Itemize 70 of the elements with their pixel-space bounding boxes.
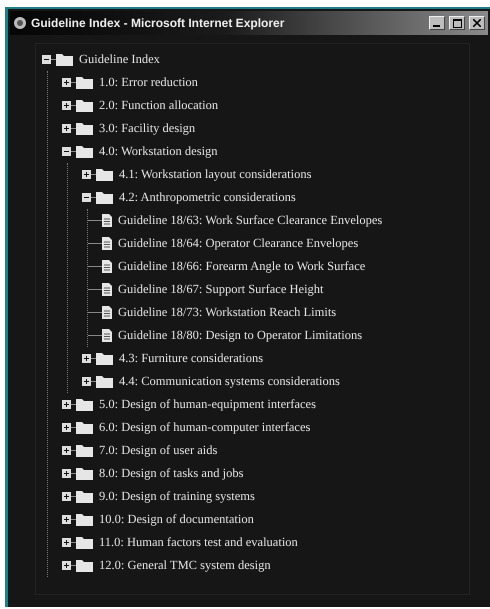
folder-icon [76, 513, 93, 526]
guideline-link[interactable]: Guideline 18/67: Support Surface Height [118, 282, 324, 297]
folder-icon [96, 375, 113, 388]
tree-item[interactable]: 8.0: Design of tasks and jobs [99, 466, 244, 481]
window-title: Guideline Index - Microsoft Internet Explorer [31, 16, 286, 30]
document-icon [102, 214, 112, 227]
tree-item[interactable]: 7.0: Design of user aids [99, 443, 218, 458]
tree-item[interactable]: 3.0: Facility design [99, 121, 196, 136]
folder-icon [56, 53, 73, 66]
expand-icon[interactable] [82, 354, 91, 363]
minimize-button[interactable] [429, 16, 445, 30]
document-icon [102, 237, 112, 250]
guideline-link[interactable]: Guideline 18/64: Operator Clearance Envelopes [118, 236, 358, 251]
tree-item[interactable]: 9.0: Design of training systems [99, 489, 255, 504]
folder-icon [76, 99, 93, 112]
guideline-link[interactable]: Guideline 18/66: Forearm Angle to Work Surface [118, 259, 366, 274]
tree-item[interactable]: 2.0: Function allocation [99, 98, 218, 113]
tree-item[interactable]: 4.0: Workstation design [99, 144, 218, 159]
expand-icon[interactable] [62, 515, 71, 524]
document-icon [102, 329, 112, 342]
guideline-link[interactable]: Guideline 18/73: Workstation Reach Limits [118, 305, 336, 320]
folder-icon [76, 122, 93, 135]
expand-icon[interactable] [62, 400, 71, 409]
expand-icon[interactable] [62, 469, 71, 478]
expand-icon[interactable] [62, 446, 71, 455]
tree-item[interactable]: 4.4: Communication systems considerations [119, 374, 340, 389]
expand-icon[interactable] [62, 561, 71, 570]
tree-item[interactable]: Guideline Index [79, 52, 160, 67]
document-icon [102, 306, 112, 319]
folder-icon [76, 444, 93, 457]
expand-icon[interactable] [62, 423, 71, 432]
folder-icon [76, 559, 93, 572]
expand-icon[interactable] [62, 78, 71, 87]
folder-icon [76, 398, 93, 411]
tree-item[interactable]: 4.3: Furniture considerations [119, 351, 264, 366]
guideline-link[interactable]: Guideline 18/63: Work Surface Clearance Envelopes [118, 213, 382, 228]
collapse-icon[interactable] [62, 147, 71, 156]
folder-icon [76, 467, 93, 480]
expand-icon[interactable] [82, 170, 91, 179]
tree-item[interactable]: 5.0: Design of human-equipment interfaces [99, 397, 316, 412]
tree-item[interactable]: 10.0: Design of documentation [99, 512, 254, 527]
expand-icon[interactable] [62, 124, 71, 133]
folder-icon [76, 421, 93, 434]
collapse-icon[interactable] [82, 193, 91, 202]
collapse-icon[interactable] [42, 55, 51, 64]
expand-icon[interactable] [62, 492, 71, 501]
guideline-link[interactable]: Guideline 18/80: Design to Operator Limitations [118, 328, 362, 343]
expand-icon[interactable] [62, 101, 71, 110]
document-icon [102, 260, 112, 273]
tree-item[interactable]: 1.0: Error reduction [99, 75, 198, 90]
browser-icon [13, 16, 27, 30]
tree-item[interactable]: 4.2: Anthropometric considerations [119, 190, 296, 205]
tree-item[interactable]: 11.0: Human factors test and evaluation [99, 535, 298, 550]
close-icon [473, 19, 481, 27]
folder-icon [96, 191, 113, 204]
folder-icon [76, 76, 93, 89]
maximize-button[interactable] [449, 16, 465, 30]
expand-icon[interactable] [62, 538, 71, 547]
close-button[interactable] [469, 16, 485, 30]
tree-item[interactable]: 6.0: Design of human-computer interfaces [99, 420, 310, 435]
folder-icon [96, 168, 113, 181]
tree-item[interactable]: 4.1: Workstation layout considerations [119, 167, 312, 182]
folder-icon [96, 352, 113, 365]
folder-icon [76, 490, 93, 503]
tree-item[interactable]: 12.0: General TMC system design [99, 558, 271, 573]
folder-icon [76, 536, 93, 549]
folder-icon [76, 145, 93, 158]
maximize-icon [452, 18, 462, 28]
document-icon [102, 283, 112, 296]
expand-icon[interactable] [82, 377, 91, 386]
